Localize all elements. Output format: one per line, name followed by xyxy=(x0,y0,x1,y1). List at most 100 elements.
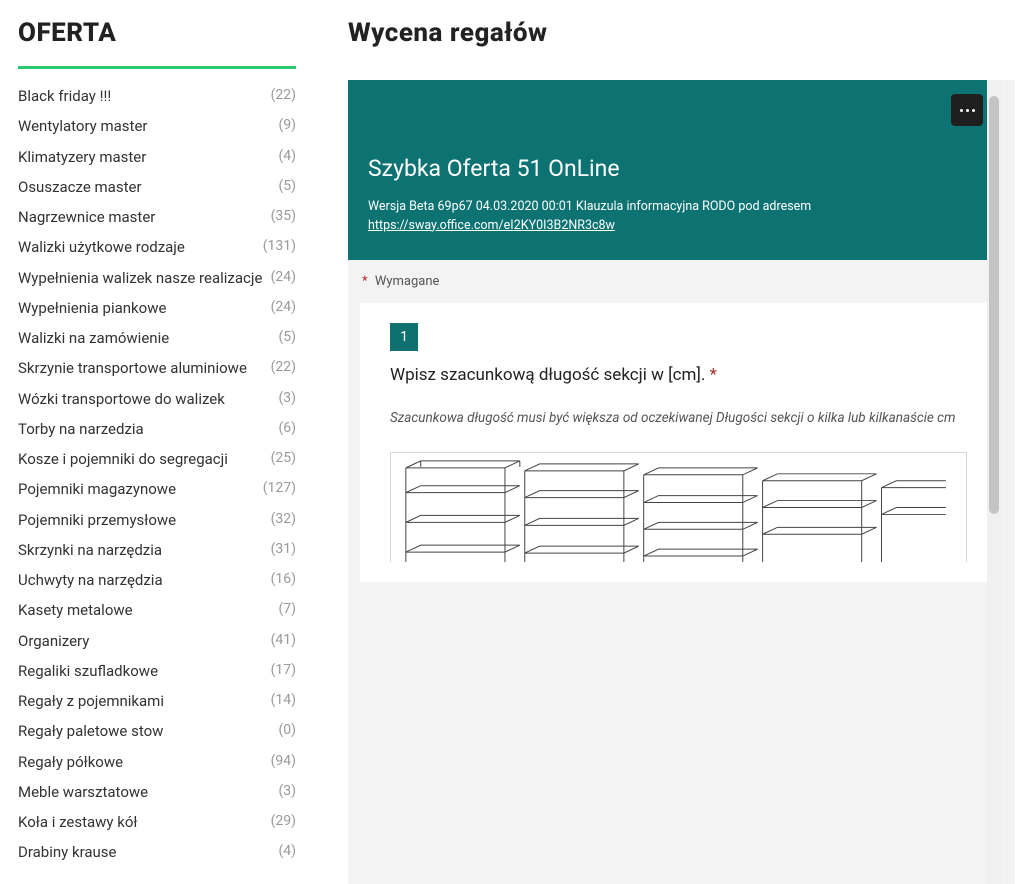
sidebar-item[interactable]: Regaliki szufladkowe(17) xyxy=(18,656,296,686)
sidebar-item[interactable]: Klimatyzery master(4) xyxy=(18,142,296,172)
sidebar-item-label: Regały z pojemnikami xyxy=(18,691,271,711)
sidebar-item-count: (9) xyxy=(278,116,296,135)
sidebar-item[interactable]: Walizki użytkowe rodzaje(131) xyxy=(18,232,296,262)
sidebar-item[interactable]: Organizery(41) xyxy=(18,626,296,656)
sidebar-item-label: Pojemniki magazynowe xyxy=(18,479,263,499)
required-label: Wymagane xyxy=(375,274,440,289)
sidebar-item-label: Torby na narzedzia xyxy=(18,419,278,439)
sidebar-item[interactable]: Nagrzewnice master(35) xyxy=(18,202,296,232)
sidebar-item[interactable]: Torby na narzedzia(6) xyxy=(18,414,296,444)
form-header: Szybka Oferta 51 OnLine Wersja Beta 69p6… xyxy=(348,80,1001,260)
sidebar-item-count: (25) xyxy=(271,449,296,468)
sidebar-item-count: (6) xyxy=(278,419,296,438)
sidebar-item-count: (29) xyxy=(271,812,296,831)
question-title: Wpisz szacunkową długość sekcji w [cm]. … xyxy=(390,365,967,385)
form-body: * Wymagane 1 Wpisz szacunkową długość se… xyxy=(348,260,1001,597)
sidebar-item-count: (32) xyxy=(271,510,296,529)
sidebar-item[interactable]: Regały z pojemnikami(14) xyxy=(18,686,296,716)
sidebar-item-label: Regały półkowe xyxy=(18,752,271,772)
scrollbar-thumb[interactable] xyxy=(989,96,999,514)
sidebar-item[interactable]: Regały paletowe stow(0) xyxy=(18,716,296,746)
sidebar-item-count: (35) xyxy=(271,207,296,226)
sidebar-item-label: Wypełnienia piankowe xyxy=(18,298,271,318)
question-number-badge: 1 xyxy=(390,323,418,351)
sidebar-item-label: Pojemniki przemysłowe xyxy=(18,510,271,530)
sidebar-item-label: Walizki użytkowe rodzaje xyxy=(18,237,263,257)
sidebar-item-count: (31) xyxy=(271,540,296,559)
main: Wycena regałów Szybka Oferta 51 OnLine W… xyxy=(314,0,1029,884)
more-options-button[interactable] xyxy=(951,94,983,126)
sidebar-item-count: (0) xyxy=(278,721,296,740)
sidebar-item[interactable]: Uchwyty na narzędzia(16) xyxy=(18,565,296,595)
sidebar-item-label: Drabiny krause xyxy=(18,842,278,862)
sidebar-item[interactable]: Kasety metalowe(7) xyxy=(18,595,296,625)
sidebar-item-label: Wypełnienia walizek nasze realizacje xyxy=(18,268,271,288)
sidebar-item[interactable]: Skrzynie transportowe aluminiowe(22) xyxy=(18,353,296,383)
question-title-text: Wpisz szacunkową długość sekcji w [cm]. xyxy=(390,365,710,385)
sidebar-item-count: (41) xyxy=(271,631,296,650)
question-1: 1 Wpisz szacunkową długość sekcji w [cm]… xyxy=(360,303,989,583)
sidebar-item-count: (17) xyxy=(271,661,296,680)
sidebar-item[interactable]: Black friday !!!(22) xyxy=(18,81,296,111)
sidebar-item[interactable]: Meble warsztatowe(3) xyxy=(18,777,296,807)
sidebar-item-label: Koła i zestawy kół xyxy=(18,812,271,832)
sidebar-item-count: (4) xyxy=(278,147,296,166)
asterisk-icon: * xyxy=(362,274,368,289)
sidebar-item[interactable]: Wypełnienia piankowe(24) xyxy=(18,293,296,323)
sidebar-item-count: (7) xyxy=(278,600,296,619)
sidebar-item-count: (5) xyxy=(278,328,296,347)
sidebar-item[interactable]: Pojemniki magazynowe(127) xyxy=(18,474,296,504)
sidebar-item-count: (5) xyxy=(278,177,296,196)
sidebar-item-label: Organizery xyxy=(18,631,271,651)
nav-list: Black friday !!!(22)Wentylatory master(9… xyxy=(18,81,296,868)
question-hint: Szacunkowa długość musi być większa od o… xyxy=(390,409,967,429)
form-rodo-link[interactable]: https://sway.office.com/eI2KY0I3B2NR3c8w xyxy=(368,218,615,233)
sidebar-item[interactable]: Wentylatory master(9) xyxy=(18,111,296,141)
sidebar-item-count: (16) xyxy=(271,570,296,589)
form-title: Szybka Oferta 51 OnLine xyxy=(368,155,981,182)
sidebar: OFERTA Black friday !!!(22)Wentylatory m… xyxy=(0,0,314,884)
sidebar-item-label: Wózki transportowe do walizek xyxy=(18,389,278,409)
sidebar-item[interactable]: Wypełnienia walizek nasze realizacje(24) xyxy=(18,263,296,293)
sidebar-item-label: Klimatyzery master xyxy=(18,147,278,167)
sidebar-item-label: Black friday !!! xyxy=(18,86,271,106)
sidebar-item-count: (14) xyxy=(271,691,296,710)
sidebar-item-count: (24) xyxy=(271,268,296,287)
sidebar-item[interactable]: Skrzynki na narzędzia(31) xyxy=(18,535,296,565)
sidebar-item-label: Regały paletowe stow xyxy=(18,721,278,741)
sidebar-item-label: Skrzynie transportowe aluminiowe xyxy=(18,358,271,378)
sidebar-item[interactable]: Kosze i pojemniki do segregacji(25) xyxy=(18,444,296,474)
form-subtitle: Wersja Beta 69p67 04.03.2020 00:01 Klauz… xyxy=(368,198,981,236)
shelf-diagram xyxy=(390,452,967,562)
sidebar-title: OFERTA xyxy=(18,18,296,69)
sidebar-item-label: Kosze i pojemniki do segregacji xyxy=(18,449,271,469)
form-subtitle-text: Wersja Beta 69p67 04.03.2020 00:01 Klauz… xyxy=(368,199,811,214)
sidebar-item-count: (94) xyxy=(271,752,296,771)
sidebar-item-count: (22) xyxy=(271,358,296,377)
sidebar-item-count: (3) xyxy=(278,389,296,408)
form-iframe[interactable]: Szybka Oferta 51 OnLine Wersja Beta 69p6… xyxy=(348,80,1015,884)
required-legend: * Wymagane xyxy=(360,274,989,289)
sidebar-item-label: Wentylatory master xyxy=(18,116,278,136)
sidebar-item[interactable]: Wózki transportowe do walizek(3) xyxy=(18,384,296,414)
sidebar-item-label: Skrzynki na narzędzia xyxy=(18,540,271,560)
sidebar-item[interactable]: Drabiny krause(4) xyxy=(18,837,296,867)
sidebar-item[interactable]: Regały półkowe(94) xyxy=(18,747,296,777)
sidebar-item-label: Meble warsztatowe xyxy=(18,782,278,802)
sidebar-item-label: Nagrzewnice master xyxy=(18,207,271,227)
sidebar-item-label: Regaliki szufladkowe xyxy=(18,661,271,681)
sidebar-item-label: Osuszacze master xyxy=(18,177,278,197)
sidebar-item[interactable]: Walizki na zamówienie(5) xyxy=(18,323,296,353)
sidebar-item-count: (3) xyxy=(278,782,296,801)
iframe-scrollbar[interactable] xyxy=(987,80,1001,884)
sidebar-item[interactable]: Pojemniki przemysłowe(32) xyxy=(18,505,296,535)
sidebar-item-count: (127) xyxy=(263,479,296,498)
sidebar-item-label: Uchwyty na narzędzia xyxy=(18,570,271,590)
sidebar-item-count: (131) xyxy=(263,237,296,256)
sidebar-item-count: (4) xyxy=(278,842,296,861)
sidebar-item-count: (22) xyxy=(271,86,296,105)
page-title: Wycena regałów xyxy=(348,18,1015,48)
sidebar-item[interactable]: Osuszacze master(5) xyxy=(18,172,296,202)
sidebar-item-label: Kasety metalowe xyxy=(18,600,278,620)
sidebar-item[interactable]: Koła i zestawy kół(29) xyxy=(18,807,296,837)
